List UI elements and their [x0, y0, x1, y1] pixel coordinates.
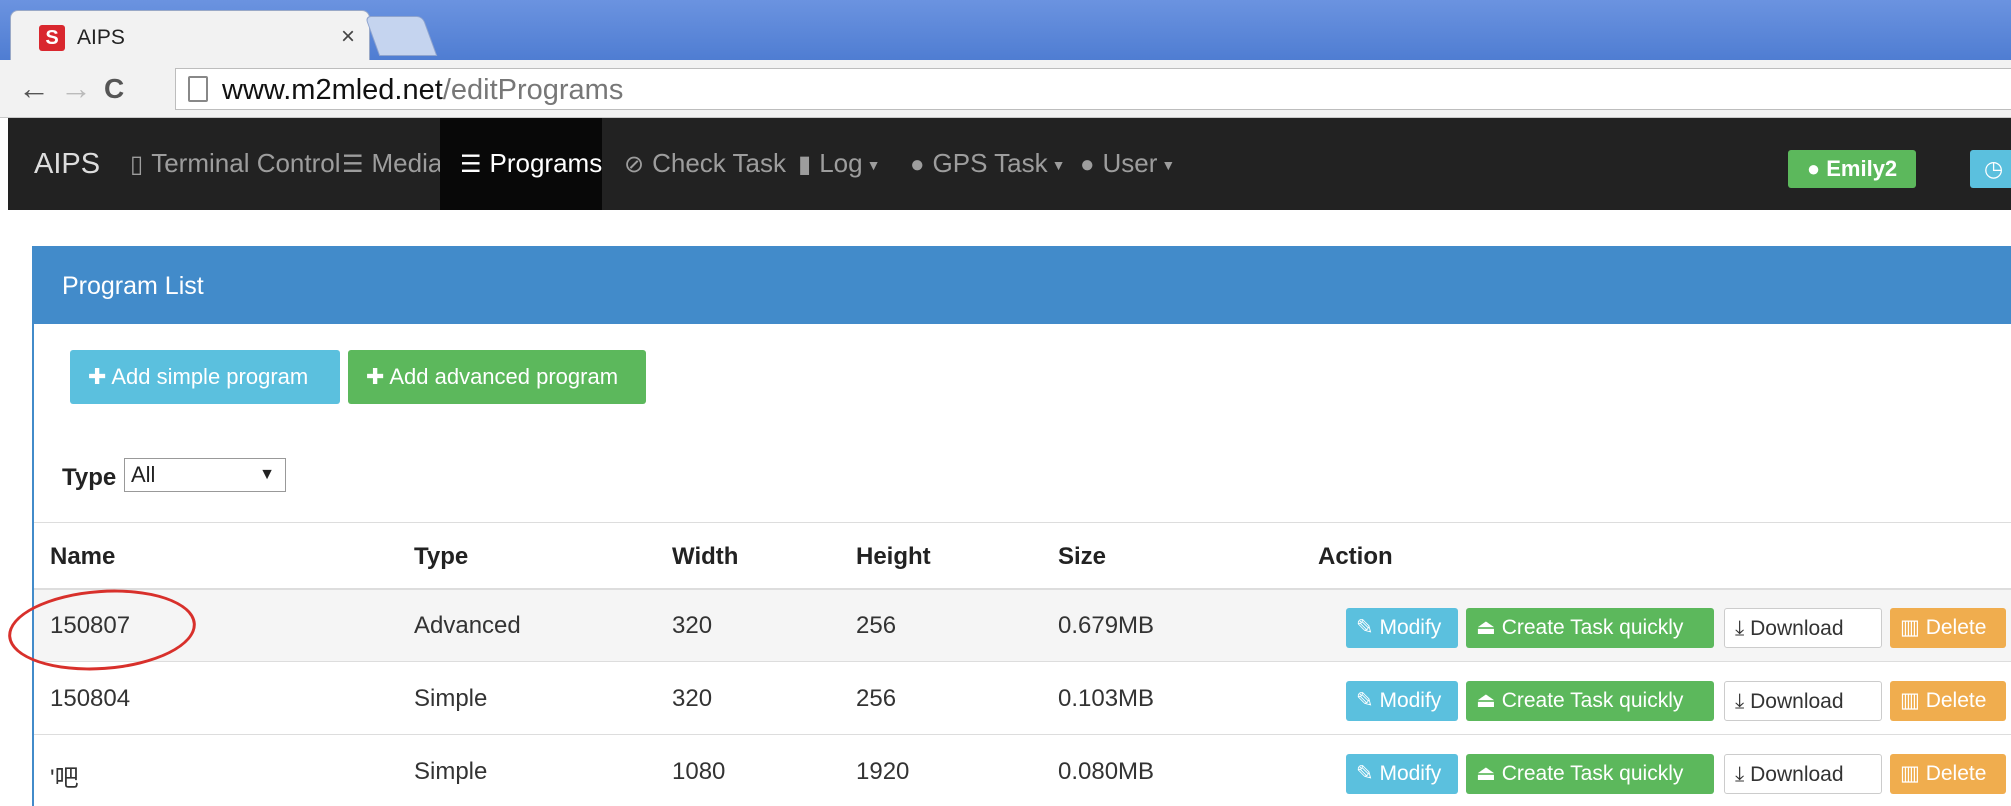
- nav-media[interactable]: ☰ Media: [330, 118, 454, 210]
- add-advanced-program-button[interactable]: ✚ Add advanced program: [348, 350, 646, 404]
- column-header-type: Type: [414, 543, 469, 570]
- create-task-quickly-button[interactable]: ⏏ Create Task quickly: [1466, 608, 1714, 648]
- back-icon[interactable]: ←: [18, 70, 50, 107]
- download-button[interactable]: ⤓ Download: [1724, 608, 1882, 648]
- edit-icon: ✎: [1356, 616, 1374, 639]
- check-circle-icon: ⊘: [624, 151, 645, 178]
- download-icon: ⤓: [1735, 763, 1745, 786]
- download-button[interactable]: ⤓ Download: [1724, 754, 1882, 794]
- edit-icon: ✎: [1356, 689, 1374, 712]
- download-icon: ⤓: [1735, 617, 1745, 640]
- panel-heading: Program List: [34, 246, 2011, 324]
- column-header-name: Name: [50, 543, 116, 570]
- cell-width: 320: [672, 685, 713, 712]
- server-icon: ☰: [342, 151, 364, 178]
- app-navbar: AIPS ▯ Terminal Control ☰ Media ☰ Programs …: [8, 118, 2011, 210]
- program-list-panel: Program List ✚ Add simple program ✚ Add …: [32, 246, 2011, 806]
- add-simple-program-button[interactable]: ✚ Add simple program: [70, 350, 340, 404]
- cell-type: Advanced: [414, 612, 521, 639]
- browser-tab[interactable]: S AIPS ×: [10, 10, 370, 60]
- clock-button[interactable]: ◷: [1970, 150, 2011, 188]
- nav-programs[interactable]: ☰ Programs: [440, 118, 602, 210]
- mobile-icon: ▯: [130, 151, 144, 178]
- new-tab-button[interactable]: [364, 16, 438, 56]
- clock-icon: ◷: [1984, 156, 2004, 181]
- cell-width: 1080: [672, 758, 726, 785]
- cell-size: 0.103MB: [1058, 685, 1155, 712]
- download-icon: ⤓: [1735, 690, 1745, 713]
- nav-terminal-control[interactable]: ▯ Terminal Control: [118, 118, 353, 210]
- cell-type: Simple: [414, 758, 488, 785]
- chevron-down-icon: ▼: [259, 466, 275, 483]
- cell-size: 0.080MB: [1058, 758, 1155, 785]
- type-filter-select[interactable]: All ▼: [124, 458, 286, 492]
- globe-icon: ●: [910, 151, 925, 178]
- nav-log[interactable]: ▮ Log ▼: [790, 118, 880, 210]
- browser-toolbar: ← → C www.m2mled.net/editPrograms: [0, 60, 2011, 118]
- browser-tabstrip: S AIPS ×: [0, 0, 2011, 60]
- cell-size: 0.679MB: [1058, 612, 1155, 639]
- delete-button[interactable]: ▥ Delete: [1890, 754, 2006, 794]
- nav-user[interactable]: ● User ▼: [1072, 118, 1175, 210]
- forward-icon[interactable]: →: [60, 70, 92, 107]
- table-row: '吧 Simple 1080 1920 0.080MB ✎ Modify ⏏ C…: [34, 736, 2011, 806]
- task-icon: ⏏: [1476, 689, 1496, 712]
- file-icon: ▮: [798, 151, 812, 178]
- cell-name: 150804: [50, 685, 131, 712]
- column-header-height: Height: [856, 543, 931, 570]
- cell-height: 256: [856, 612, 897, 639]
- user-icon: ●: [1806, 156, 1821, 181]
- table-header: Name Type Width Height Size Action: [34, 522, 2011, 590]
- list-icon: ☰: [460, 151, 482, 178]
- current-user-button[interactable]: ● Emily2: [1788, 150, 1916, 188]
- url-field[interactable]: www.m2mled.net/editPrograms: [175, 68, 2011, 110]
- download-button[interactable]: ⤓ Download: [1724, 681, 1882, 721]
- modify-button[interactable]: ✎ Modify: [1346, 681, 1458, 721]
- caret-down-icon: ▼: [1051, 157, 1066, 174]
- column-header-action: Action: [1318, 543, 1393, 570]
- create-task-quickly-button[interactable]: ⏏ Create Task quickly: [1466, 754, 1714, 794]
- plus-icon: ✚: [366, 364, 385, 389]
- tab-title: AIPS: [77, 26, 125, 49]
- table-row: 150804 Simple 320 256 0.103MB ✎ Modify ⏏…: [34, 663, 2011, 735]
- trash-icon: ▥: [1900, 616, 1920, 639]
- modify-button[interactable]: ✎ Modify: [1346, 754, 1458, 794]
- brand-link[interactable]: AIPS: [34, 148, 100, 181]
- type-filter-label: Type: [62, 464, 117, 491]
- create-task-quickly-button[interactable]: ⏏ Create Task quickly: [1466, 681, 1714, 721]
- caret-down-icon: ▼: [866, 157, 881, 174]
- edit-icon: ✎: [1356, 762, 1374, 785]
- column-header-size: Size: [1058, 543, 1107, 570]
- trash-icon: ▥: [1900, 689, 1920, 712]
- table-row: 150807 Advanced 320 256 0.679MB ✎ Modify…: [34, 590, 2011, 662]
- favicon-icon: S: [39, 25, 65, 51]
- cell-width: 320: [672, 612, 713, 639]
- plus-icon: ✚: [88, 364, 107, 389]
- tab-close-icon[interactable]: ×: [341, 23, 355, 51]
- delete-button[interactable]: ▥ Delete: [1890, 681, 2006, 721]
- trash-icon: ▥: [1900, 762, 1920, 785]
- column-header-width: Width: [672, 543, 739, 570]
- cell-height: 1920: [856, 758, 910, 785]
- reload-icon[interactable]: C: [104, 73, 124, 105]
- nav-gps-task[interactable]: ● GPS Task ▼: [902, 118, 1065, 210]
- caret-down-icon: ▼: [1161, 157, 1176, 174]
- task-icon: ⏏: [1476, 762, 1496, 785]
- url-text: www.m2mled.net/editPrograms: [222, 74, 624, 106]
- nav-check-task[interactable]: ⊘ Check Task: [616, 118, 786, 210]
- page-icon: [188, 76, 208, 102]
- cell-name: '吧: [50, 765, 79, 792]
- user-icon: ●: [1080, 151, 1095, 178]
- modify-button[interactable]: ✎ Modify: [1346, 608, 1458, 648]
- cell-height: 256: [856, 685, 897, 712]
- task-icon: ⏏: [1476, 616, 1496, 639]
- panel-title: Program List: [62, 272, 204, 300]
- cell-type: Simple: [414, 685, 488, 712]
- delete-button[interactable]: ▥ Delete: [1890, 608, 2006, 648]
